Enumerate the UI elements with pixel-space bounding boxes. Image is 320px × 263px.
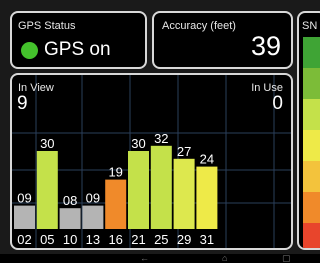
snr-bar-29 bbox=[173, 158, 195, 229]
accuracy-panel: Accuracy (feet) 39 bbox=[152, 11, 293, 69]
gps-status-title: GPS Status bbox=[18, 20, 76, 32]
satellite-id-label-13: 13 bbox=[86, 232, 100, 247]
back-icon[interactable]: ← bbox=[140, 254, 149, 263]
home-icon[interactable]: ⌂ bbox=[222, 254, 227, 263]
snr-scale-band bbox=[303, 99, 320, 131]
satellite-id-label-16: 16 bbox=[108, 232, 122, 247]
snr-scale-band bbox=[303, 130, 320, 162]
snr-value-label-16: 19 bbox=[108, 165, 122, 180]
snr-bar-05 bbox=[36, 151, 58, 229]
satellite-id-label-29: 29 bbox=[177, 232, 191, 247]
snr-value-label-21: 30 bbox=[131, 136, 145, 151]
snr-value-label-02: 09 bbox=[17, 191, 31, 206]
snr-scale-band bbox=[303, 223, 320, 248]
satellite-snr-chart: 09 02 30 05 08 10 09 13 19 16 30 21 32 25 27 29 24 31 bbox=[14, 131, 218, 247]
satellite-id-label-25: 25 bbox=[154, 232, 168, 247]
snr-bar-21 bbox=[128, 151, 149, 229]
snr-bar-13 bbox=[82, 205, 104, 229]
satellite-id-label-05: 05 bbox=[40, 232, 54, 247]
snr-value-label-29: 27 bbox=[177, 144, 191, 159]
snr-bar-02 bbox=[14, 205, 35, 229]
snr-scale-band bbox=[303, 37, 320, 69]
recents-icon[interactable]: ▢ bbox=[282, 254, 291, 263]
satellites-panel: In View 9 In Use 0 09 02 30 05 08 10 09 13 19 16 3… bbox=[10, 73, 293, 250]
snr-scale-band bbox=[303, 161, 320, 193]
snr-value-label-05: 30 bbox=[40, 136, 54, 151]
satellite-id-label-31: 31 bbox=[200, 232, 214, 247]
accuracy-value: 39 bbox=[250, 31, 281, 61]
snr-value-label-10: 08 bbox=[63, 193, 77, 208]
snr-scale bbox=[303, 37, 320, 248]
satellite-id-label-10: 10 bbox=[63, 232, 77, 247]
gps-status-panel: GPS Status GPS on bbox=[10, 11, 147, 69]
snr-bar-10 bbox=[59, 208, 81, 229]
snr-bar-25 bbox=[150, 145, 172, 229]
snr-value-label-25: 32 bbox=[154, 131, 168, 146]
navigation-bar bbox=[0, 254, 320, 263]
snr-scale-band bbox=[303, 192, 320, 224]
snr-value-label-31: 24 bbox=[200, 152, 214, 167]
snr-bar-31 bbox=[196, 166, 218, 229]
snr-scale-title: SN bbox=[302, 20, 318, 32]
snr-scale-band bbox=[303, 68, 320, 100]
snr-bar-16 bbox=[105, 179, 127, 229]
accuracy-title: Accuracy (feet) bbox=[162, 20, 236, 32]
satellite-id-label-21: 21 bbox=[131, 232, 145, 247]
snr-value-label-13: 09 bbox=[86, 191, 100, 206]
snr-scale-panel: SN bbox=[297, 11, 320, 250]
satellite-id-label-02: 02 bbox=[17, 232, 31, 247]
gps-status-indicator-icon bbox=[21, 42, 38, 59]
gps-status-text: GPS on bbox=[44, 39, 111, 60]
